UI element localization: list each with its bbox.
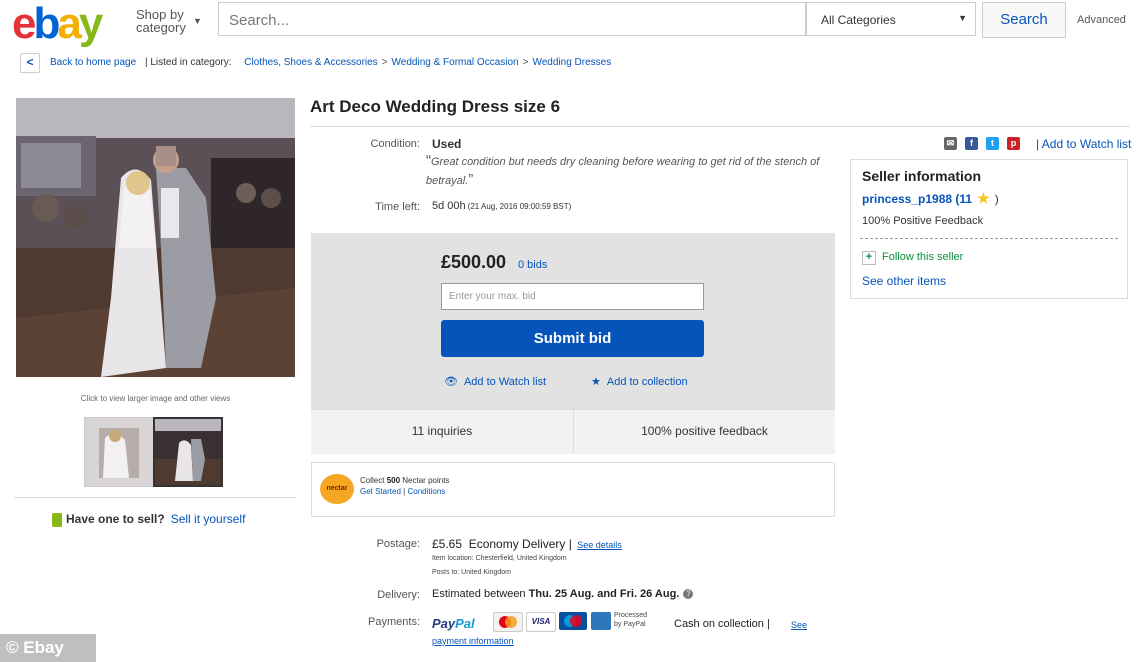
listed-in-label: | Listed in category: bbox=[144, 57, 232, 68]
visa-icon: VISA bbox=[526, 612, 556, 632]
plus-icon: + bbox=[862, 251, 876, 265]
inquiries-count: 11 inquiries bbox=[411, 424, 473, 438]
star-icon: ★ bbox=[977, 190, 990, 206]
time-left-label: Time left: bbox=[375, 201, 420, 213]
follow-seller-link[interactable]: + Follow this seller bbox=[862, 251, 963, 265]
seller-score: (11 bbox=[955, 192, 973, 206]
see-other-items-link[interactable]: See other items bbox=[862, 274, 946, 288]
email-icon[interactable]: ✉ bbox=[944, 137, 957, 150]
seller-info-title: Seller information bbox=[862, 168, 982, 184]
payments-label: Payments: bbox=[368, 616, 420, 628]
watermark: © Ebay bbox=[0, 634, 96, 662]
eye-icon: 👁︎ bbox=[444, 376, 458, 388]
add-to-collection-link[interactable]: ★ Add to collection bbox=[591, 375, 688, 388]
divider bbox=[860, 238, 1118, 239]
processed-by-paypal: Processed by PayPal bbox=[614, 612, 648, 628]
star-icon: ★ bbox=[591, 376, 601, 388]
search-input[interactable] bbox=[227, 4, 791, 36]
max-bid-input[interactable] bbox=[441, 283, 704, 310]
seller-feedback-stat: 100% positive feedback bbox=[641, 424, 768, 438]
breadcrumb: Back to home page | Listed in category: … bbox=[50, 57, 612, 68]
help-icon[interactable]: ? bbox=[683, 589, 694, 600]
item-title: Art Deco Wedding Dress size 6 bbox=[310, 97, 561, 116]
breadcrumb-item[interactable]: Wedding & Formal Occasion bbox=[392, 57, 519, 68]
postage-label: Postage: bbox=[376, 538, 420, 550]
paypal-logo: PayPal bbox=[432, 616, 475, 631]
category-select[interactable]: All Categories ▼ bbox=[806, 2, 976, 36]
shop-by-category-button[interactable]: Shop by category bbox=[136, 8, 186, 34]
main-item-photo[interactable] bbox=[16, 98, 295, 377]
current-price: £500.00 bbox=[441, 252, 507, 272]
seller-name-link[interactable]: princess_p1988 bbox=[862, 192, 952, 206]
time-left-value: 5d 00h (21 Aug, 2016 09:00:59 BST) bbox=[432, 200, 572, 212]
advanced-search-link[interactable]: Advanced bbox=[1077, 14, 1126, 26]
chevron-down-icon: ▼ bbox=[193, 16, 202, 26]
delivery-estimate: Estimated between Thu. 25 Aug. and Fri. … bbox=[432, 588, 694, 600]
back-home-link[interactable]: Back to home page bbox=[50, 57, 136, 68]
sell-it-yourself-link[interactable]: Sell it yourself bbox=[171, 512, 246, 526]
item-location: Item location: Chesterfield, United King… bbox=[432, 555, 567, 562]
bid-count-link[interactable]: 0 bids bbox=[518, 259, 547, 271]
postage-value: £5.65 Economy Delivery | See details bbox=[432, 537, 622, 551]
posts-to: Posts to: United Kingdom bbox=[432, 569, 511, 576]
facebook-icon[interactable]: f bbox=[965, 137, 978, 150]
twitter-icon[interactable]: t bbox=[986, 137, 999, 150]
condition-note: “Great condition but needs dry cleaning … bbox=[426, 152, 820, 188]
submit-bid-button[interactable]: Submit bid bbox=[441, 320, 704, 357]
see-payment-link[interactable]: See bbox=[791, 620, 807, 630]
pinterest-icon[interactable]: p bbox=[1007, 137, 1020, 150]
thumbnail[interactable] bbox=[84, 417, 154, 487]
cash-on-collection: Cash on collection | bbox=[674, 618, 770, 630]
divider bbox=[14, 497, 296, 498]
nectar-logo: nectar bbox=[320, 474, 354, 504]
condition-value: Used bbox=[432, 137, 462, 151]
condition-label: Condition: bbox=[370, 138, 420, 150]
nectar-text: Collect 500 Nectar points Get Started | … bbox=[360, 476, 450, 496]
photo-caption: Click to view larger image and other vie… bbox=[80, 394, 231, 403]
breadcrumb-item[interactable]: Wedding Dresses bbox=[532, 57, 611, 68]
breadcrumb-item[interactable]: Clothes, Shoes & Accessories bbox=[244, 57, 377, 68]
add-to-watchlist-link[interactable]: 👁︎ Add to Watch list bbox=[444, 375, 546, 388]
ebay-logo[interactable]: ebay bbox=[12, 2, 103, 46]
search-box bbox=[218, 2, 806, 36]
amex-icon bbox=[591, 612, 611, 630]
tag-icon bbox=[52, 512, 62, 527]
divider bbox=[310, 126, 1130, 127]
see-details-link[interactable]: See details bbox=[577, 540, 622, 550]
search-button[interactable]: Search bbox=[982, 2, 1066, 38]
back-arrow-icon[interactable]: < bbox=[20, 53, 40, 73]
get-started-link[interactable]: Get Started bbox=[360, 487, 401, 496]
seller-name-row: princess_p1988 (11 ★ ) bbox=[862, 190, 999, 206]
conditions-link[interactable]: Conditions bbox=[407, 487, 445, 496]
maestro-icon bbox=[559, 612, 587, 630]
mastercard-icon bbox=[493, 612, 523, 632]
thumbnail-selected[interactable] bbox=[153, 417, 223, 487]
seller-feedback-percent: 100% Positive Feedback bbox=[862, 215, 984, 227]
payment-information-link[interactable]: payment information bbox=[432, 636, 514, 646]
chevron-down-icon: ▼ bbox=[958, 13, 967, 23]
sell-promo: Have one to sell? Sell it yourself bbox=[52, 512, 245, 527]
add-to-watchlist-top-link[interactable]: | Add to Watch list bbox=[1036, 137, 1131, 151]
delivery-label: Delivery: bbox=[377, 589, 420, 601]
